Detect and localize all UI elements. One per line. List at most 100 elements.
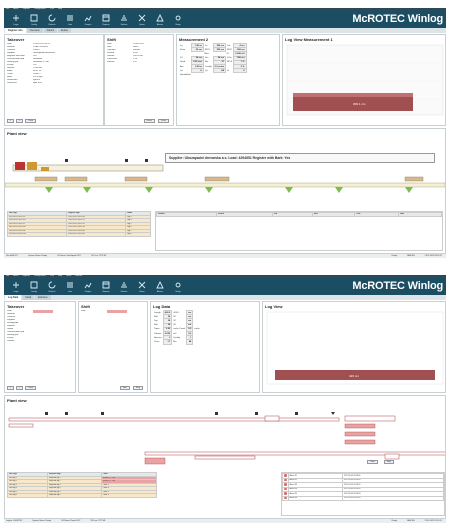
log-length-label: 426 cm: [349, 374, 359, 378]
config-icon: [30, 281, 38, 290]
takeover-title: Takeover: [7, 37, 25, 42]
status-item: System Status: Ready: [32, 520, 52, 522]
log-length-label: 309.1 cm: [353, 102, 366, 106]
table-row[interactable]: Last log 6 Rejected log 6 Track 6: [7, 493, 158, 498]
logview-panel: Log View Measurement 1 309.1 cm: [282, 34, 446, 126]
toolbar-button-label: Login: [13, 24, 19, 26]
field-label: Volume: [7, 340, 15, 342]
shift-row: Date: [81, 310, 147, 313]
column-header: Number: [156, 212, 217, 217]
log-profile-chart: 309.1 cm: [286, 44, 444, 116]
table-row[interactable]: 2021.06.21 08:10:58 2021.06.21 08:11:04 Lo…: [6, 232, 151, 237]
tab-2[interactable]: Alarms: [43, 28, 58, 33]
measurement-title: Measurement 2: [179, 37, 209, 42]
toolbar-button-alarms[interactable]: Alarms: [151, 279, 169, 294]
toolbar-button-label: Stacker: [120, 291, 128, 293]
winlog-window-register: File Alarm Register Configuration Print Help …: [4, 8, 446, 258]
logdata-row: Class 7C Bin 44: [153, 339, 201, 345]
status-item: Ready: [391, 520, 398, 522]
logdata-label: [193, 340, 201, 344]
toolbar-button-sorter[interactable]: Sorter: [133, 12, 151, 27]
toolbar-button-login[interactable]: Login: [7, 12, 25, 27]
main-toolbar: Login Config Refresh Lists Graphs Reports Stac…: [4, 11, 446, 28]
toolbar-button-stacker[interactable]: Stacker: [115, 12, 133, 27]
toolbar-button-label: Refresh: [48, 24, 56, 26]
toolbar-button-graphs[interactable]: Graphs: [79, 279, 97, 294]
toolbar-button-reports[interactable]: Reports: [97, 12, 115, 27]
toolbar-button-label: Reports: [102, 24, 110, 26]
toolbar-button-setup[interactable]: Setup: [169, 12, 187, 27]
toolbar-button-login[interactable]: Login: [7, 279, 25, 294]
stop-line-button[interactable]: Stop: [383, 460, 394, 464]
tab-3[interactable]: Extras: [58, 28, 71, 33]
plant-view-title: Plant view: [7, 131, 27, 136]
takeover-title: Takeover: [7, 304, 25, 309]
reports-icon: [102, 14, 110, 23]
toolbar-button-refresh[interactable]: Refresh: [43, 12, 61, 27]
toolbar-button-stacker[interactable]: Stacker: [115, 279, 133, 294]
toolbar-button-label: Sorter: [139, 24, 145, 26]
logview-title: Log View Measurement 1: [285, 37, 333, 42]
stop-button[interactable]: Stop: [132, 386, 143, 390]
table-cell: 2021.06.21 08:10:58: [6, 232, 68, 237]
sorter-icon: [138, 281, 146, 290]
measurement-value: [234, 73, 246, 77]
alarm-row[interactable]: Alarm R6 2017.09.05 09:28:20: [282, 495, 445, 501]
prev-button[interactable]: <: [7, 119, 15, 123]
toolbar-button-config[interactable]: Config: [25, 279, 43, 294]
graphs-icon: [84, 281, 92, 290]
toolbar-button-setup[interactable]: Setup: [169, 279, 187, 294]
next-button[interactable]: >: [16, 386, 24, 390]
alarms-icon: [156, 13, 164, 23]
tab-1[interactable]: Overview: [26, 28, 43, 33]
refresh-icon: [48, 281, 56, 290]
toolbar-button-refresh[interactable]: Refresh: [43, 279, 61, 294]
status-item: SAW RH: [407, 255, 415, 257]
brand-logo: McROTEC Winlog: [352, 13, 443, 25]
clear-button[interactable]: Clear: [25, 386, 37, 390]
logdata-panel: Log Data Length 426.0 426.0 cm Mid 34 32 cm Top 3…: [150, 301, 260, 393]
shift-panel: Shift Date 23.06.2022 Shift Shift1 Operator W…: [104, 34, 174, 126]
plant-view-panel: Plant view Supplier: Uhozapadni drevarsk…: [4, 128, 446, 254]
next-button[interactable]: >: [16, 119, 24, 123]
table-cell: 2017.09.05 09:28:20: [341, 495, 445, 501]
toolbar-button-sorter[interactable]: Sorter: [133, 279, 151, 294]
tab-0[interactable]: Log Data: [5, 295, 22, 300]
close-button[interactable]: Close: [157, 119, 169, 123]
logdata-label: Bin: [173, 340, 177, 343]
status-item: SAW RH: [407, 520, 415, 522]
alarms-list: Alarm R1 2017.09.05 09:28:09 Alarm R2 2017.…: [281, 472, 445, 516]
clear-alarms-button[interactable]: Clear: [367, 460, 378, 464]
shift-row: Minutes 231: [107, 61, 173, 64]
refresh-icon: [48, 14, 56, 23]
status-bar: Uhn 04047/CT System Status: Ready OK Name:…: [4, 254, 446, 258]
logdata-value: 7C: [162, 339, 173, 345]
plant-view-panel: Plant view Last logs Rejected logs Track La…: [4, 395, 446, 519]
toolbar-button-lists[interactable]: Lists: [61, 12, 79, 27]
column-header: Time: [354, 212, 400, 217]
toolbar-button-graphs[interactable]: Graphs: [79, 12, 97, 27]
toolbar-button-label: Lists: [67, 24, 73, 26]
column-header: Note: [398, 212, 442, 217]
toolbar-button-label: Sorter: [139, 291, 145, 293]
stacker-icon: [120, 14, 128, 23]
conveyor-diagram: [8, 412, 445, 465]
reset-button[interactable]: Reset: [143, 119, 155, 123]
tab-0[interactable]: Register info: [5, 28, 26, 33]
alarms-list: Number Source Text Date Time Note: [155, 211, 443, 251]
toolbar-button-lists[interactable]: Lists: [61, 279, 79, 294]
prev-button[interactable]: <: [7, 386, 15, 390]
toolbar-button-label: Graphs: [84, 291, 92, 293]
toolbar-button-reports[interactable]: Reports: [97, 279, 115, 294]
measurement-label: [203, 73, 213, 77]
tab-1[interactable]: Kiosk: [22, 295, 35, 300]
toolbar-button-alarms[interactable]: Alarms: [151, 12, 169, 27]
status-item: OK Name: Defaultprofil OPC: [57, 255, 82, 257]
tab-bar: Register info Overview Alarms Extras: [4, 28, 446, 33]
tab-2[interactable]: Entrance: [35, 295, 51, 300]
graphs-icon: [84, 14, 92, 23]
column-header: Source: [216, 212, 273, 217]
toolbar-button-config[interactable]: Config: [25, 12, 43, 27]
start-button[interactable]: Start: [119, 386, 130, 390]
clear-button[interactable]: Clear: [25, 119, 37, 123]
